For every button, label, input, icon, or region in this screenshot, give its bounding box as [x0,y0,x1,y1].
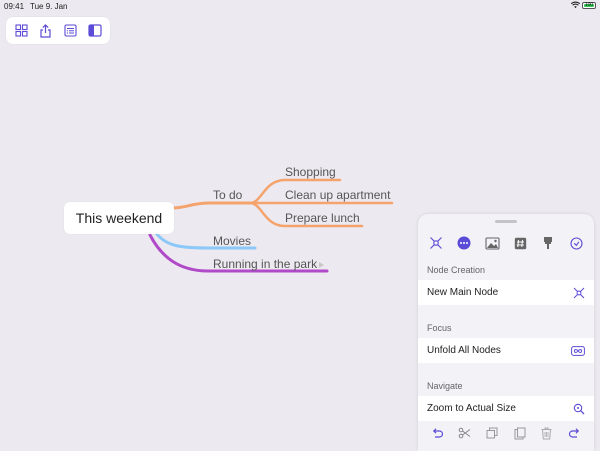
node-prepare-lunch[interactable]: Prepare lunch [285,211,360,225]
panel-tabs [418,232,594,254]
tab-node-style[interactable] [427,234,445,252]
section-header-focus: Focus [427,323,452,333]
tag-icon [514,237,526,249]
check-icon [569,236,583,250]
row-unfold-all-nodes[interactable]: Unfold All Nodes [418,338,594,363]
node-clean-up-apartment[interactable]: Clean up apartment [285,188,390,202]
root-node[interactable]: This weekend [64,202,174,234]
section-header-node-creation: Node Creation [427,265,486,275]
undo-button[interactable] [429,424,447,442]
inspector-panel: Node Creation New Main Node Focus Unfold… [418,214,594,451]
tab-image[interactable] [483,234,501,252]
copy-icon [486,427,498,439]
brush-icon [544,237,552,249]
edit-toolbar [418,422,594,444]
tab-check[interactable] [567,234,585,252]
cut-icon [459,427,471,439]
zoom-icon [573,403,585,414]
redo-button[interactable] [565,424,583,442]
node-to-do[interactable]: To do [213,188,242,202]
undo-icon [433,428,444,438]
note-marker-icon [319,262,324,268]
tab-tag[interactable] [511,234,529,252]
new-node-icon [573,287,585,298]
row-zoom-to-actual-size[interactable]: Zoom to Actual Size [418,396,594,421]
branch-line-todo [170,201,252,210]
infinity-icon [571,345,585,356]
node-running-in-the-park[interactable]: Running in the park [213,257,317,271]
section-header-navigate: Navigate [427,381,463,391]
row-label: Unfold All Nodes [427,345,501,356]
paste-icon [514,427,526,439]
trash-icon [541,427,552,439]
tab-brush[interactable] [539,234,557,252]
row-label: Zoom to Actual Size [427,403,516,414]
row-new-main-node[interactable]: New Main Node [418,280,594,305]
redo-icon [568,428,579,438]
image-icon [484,236,500,250]
delete-button[interactable] [538,424,556,442]
panel-grabber[interactable] [495,220,517,223]
node-shopping[interactable]: Shopping [285,165,336,179]
node-movies[interactable]: Movies [213,234,251,248]
paste-button[interactable] [511,424,529,442]
tab-more[interactable] [455,234,473,252]
more-icon [457,236,471,250]
copy-button[interactable] [483,424,501,442]
row-label: New Main Node [427,287,499,298]
cut-button[interactable] [456,424,474,442]
node-style-icon [430,237,442,249]
